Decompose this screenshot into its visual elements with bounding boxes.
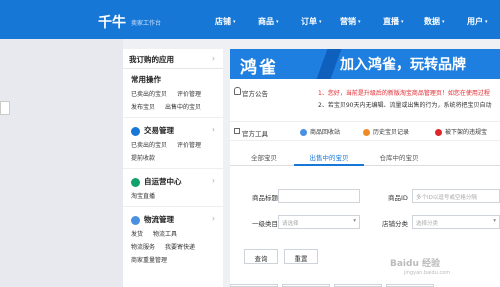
chevron-right-icon: › <box>212 54 215 63</box>
sidebar: 我订购的应用 › 常用操作 已卖出的宝贝 评价管理 发布宝贝 出售中的宝贝 交易… <box>123 49 223 287</box>
main-panel: 鸿雀 加入鸿雀，玩转品牌 官方公告 1、您好，当前是升级后的新版淘宝商品管理页！… <box>230 49 500 287</box>
sidebar-group-self-operation[interactable]: 自运营中心 › <box>123 168 223 187</box>
reset-button[interactable]: 重置 <box>284 249 318 264</box>
banner-decoration <box>316 49 342 79</box>
sidebar-link-send-express[interactable]: 我要寄快递 <box>165 242 195 251</box>
watermark: Baidu 经验 <box>390 259 441 269</box>
nav-item-live[interactable]: 直播 ▾ <box>383 16 404 27</box>
id-input[interactable]: 多个ID以逗号或空格分隔 <box>412 189 500 203</box>
official-tools: 官方工具 商品回收站 历史宝贝记录 被下架的违规宝 <box>230 121 500 141</box>
nav-item-shop[interactable]: 店铺 ▾ <box>215 16 236 27</box>
nav-item-data[interactable]: 数据 ▾ <box>424 16 445 27</box>
sidebar-link-reviews-2[interactable]: 评价管理 <box>177 140 201 149</box>
chevron-down-icon: ▾ <box>493 218 496 224</box>
sidebar-link-taobao-live[interactable]: 淘宝直播 <box>131 191 155 200</box>
sidebar-group-trade[interactable]: 交易管理 › <box>123 117 223 136</box>
common-ops-title: 常用操作 <box>131 75 161 84</box>
sidebar-link-logistics-tools[interactable]: 物流工具 <box>153 229 177 238</box>
chat-icon <box>131 177 140 187</box>
official-notice: 官方公告 1、您好，当前是升级后的新版淘宝商品管理页！如您在使用过程 2、若宝贝… <box>230 82 500 114</box>
sidebar-header[interactable]: 我订购的应用 › <box>123 49 223 69</box>
title-label: 商品标题 <box>252 194 278 202</box>
chevron-right-icon: › <box>212 214 215 223</box>
nav-item-marketing[interactable]: 营销 ▾ <box>340 16 361 27</box>
banner-slogan: 加入鸿雀，玩转品牌 <box>340 57 466 73</box>
shop-category-select[interactable]: 选择分类 ▾ <box>412 215 500 229</box>
title-input[interactable] <box>278 189 360 203</box>
sidebar-link-ship[interactable]: 发货 <box>131 229 143 238</box>
notice-line-1[interactable]: 1、您好，当前是升级后的新版淘宝商品管理页！如您在使用过程 <box>318 88 490 97</box>
sidebar-link-sold-items[interactable]: 已卖出的宝贝 <box>131 89 167 98</box>
bell-icon <box>234 87 241 95</box>
nav-item-users[interactable]: 用户 ▾ <box>467 16 488 27</box>
notice-line-2: 2、若宝贝90天内无编辑、流量或出售的行为，系统将把宝贝自动 <box>318 102 492 109</box>
promo-banner[interactable]: 鸿雀 加入鸿雀，玩转品牌 <box>230 49 500 79</box>
category-label: 一级类目 <box>252 220 278 228</box>
notice-title: 官方公告 <box>242 90 268 98</box>
sidebar-link-on-sale[interactable]: 出售中的宝贝 <box>165 102 201 111</box>
nav-item-goods[interactable]: 商品 ▾ <box>258 16 279 27</box>
watermark-url: jingyan.baidu.com <box>404 270 451 276</box>
warning-icon <box>435 129 442 136</box>
chevron-right-icon: › <box>212 176 215 185</box>
left-strip <box>0 39 123 287</box>
history-icon <box>363 129 370 136</box>
tab-all-items[interactable]: 全部宝贝 <box>234 146 294 166</box>
tool-violation-items[interactable]: 被下架的违规宝 <box>435 127 487 136</box>
sidebar-group-logistics[interactable]: 物流管理 › <box>123 206 223 225</box>
shop-category-label: 店铺分类 <box>382 220 408 228</box>
top-navbar: 千牛 卖家工作台 店铺 ▾ 商品 ▾ 订单 ▾ 营销 ▾ 直播 ▾ 数据 ▾ 用户 ▾ <box>0 0 500 39</box>
sidebar-link-early-payment[interactable]: 提前收款 <box>131 153 155 162</box>
app-sublogo: 卖家工作台 <box>131 20 162 27</box>
toolbox-icon <box>234 128 240 134</box>
tools-title: 官方工具 <box>242 130 268 138</box>
app-logo[interactable]: 千牛 <box>98 12 126 32</box>
trade-icon <box>131 126 140 136</box>
tab-in-warehouse[interactable]: 仓库中的宝贝 <box>364 146 434 166</box>
id-label: 商品ID <box>388 194 408 202</box>
sidebar-link-logistics-service[interactable]: 物流服务 <box>131 242 155 251</box>
banner-brand: 鸿雀 <box>240 58 278 78</box>
sidebar-link-weight-mgmt[interactable]: 商家重量管理 <box>131 255 167 264</box>
chevron-down-icon: ▾ <box>353 218 356 224</box>
sidebar-link-publish[interactable]: 发布宝贝 <box>131 102 155 111</box>
sidebar-link-sold-items-2[interactable]: 已卖出的宝贝 <box>131 140 167 149</box>
tool-history-records[interactable]: 历史宝贝记录 <box>363 127 409 136</box>
tab-on-sale[interactable]: 出售中的宝贝 <box>294 146 364 166</box>
tool-recycle-bin[interactable]: 商品回收站 <box>300 127 340 136</box>
sidebar-header-title: 我订购的应用 <box>129 55 174 64</box>
query-button[interactable]: 查询 <box>244 249 278 264</box>
chevron-right-icon: › <box>212 125 215 134</box>
collapse-tab[interactable] <box>0 101 10 115</box>
recycle-bin-icon <box>300 129 307 136</box>
truck-icon <box>131 215 140 225</box>
item-tabs: 全部宝贝 出售中的宝贝 仓库中的宝贝 <box>230 146 500 166</box>
category-select[interactable]: 请选择 ▾ <box>278 215 360 229</box>
nav-item-orders[interactable]: 订单 ▾ <box>301 16 322 27</box>
sidebar-link-reviews[interactable]: 评价管理 <box>177 89 201 98</box>
